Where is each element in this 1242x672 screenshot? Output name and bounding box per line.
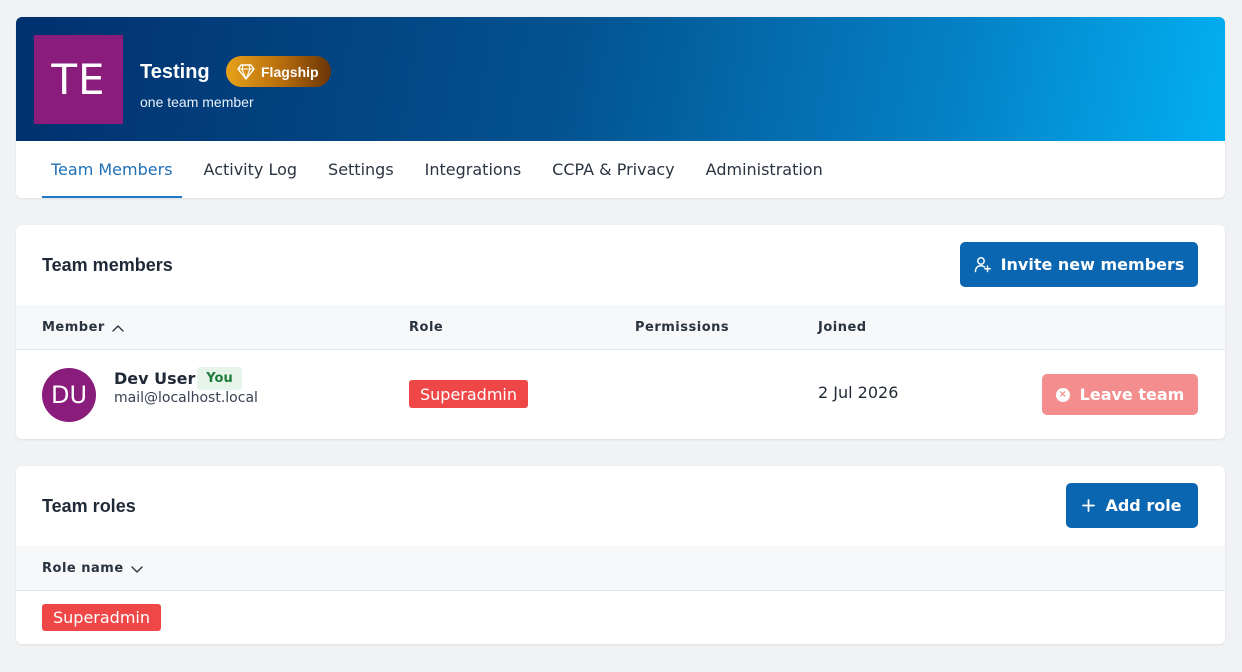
column-role: Role (409, 320, 444, 335)
column-role-name-label: Role name (42, 561, 124, 576)
column-role-name[interactable]: Role name (42, 546, 144, 591)
tab-activity-log[interactable]: Activity Log (195, 141, 307, 198)
role-badge[interactable]: Superadmin (42, 604, 162, 631)
team-member-count: one team member (140, 94, 254, 110)
team-header-card: TE Testing Flagship one team member Team… (16, 17, 1225, 198)
plus-icon (1082, 499, 1096, 512)
tab-ccpa-privacy[interactable]: CCPA & Privacy (543, 141, 684, 198)
team-roles-card: Team roles Add role Role name Superadmin (16, 466, 1225, 644)
team-name: Testing (140, 61, 210, 83)
member-name: Dev User (114, 369, 196, 388)
add-role-button[interactable]: Add role (1066, 483, 1198, 528)
plan-label: Flagship (261, 63, 319, 80)
invite-members-label: Invite new members (1000, 255, 1185, 274)
column-permissions: Permissions (635, 320, 730, 335)
plan-badge: Flagship (226, 56, 331, 87)
close-circle-icon: × (1055, 387, 1070, 402)
add-user-icon (974, 257, 991, 273)
tab-administration[interactable]: Administration (697, 141, 832, 198)
column-joined: Joined (818, 320, 867, 335)
chevron-up-icon (112, 324, 124, 332)
member-email: mail@localhost.local (114, 390, 258, 406)
leave-team-button[interactable]: × Leave team (1042, 374, 1198, 415)
tab-settings[interactable]: Settings (319, 141, 403, 198)
invite-members-button[interactable]: Invite new members (960, 242, 1198, 287)
member-role-badge: Superadmin (409, 380, 529, 408)
team-avatar: TE (34, 35, 123, 124)
you-badge: You (197, 367, 242, 390)
team-roles-title: Team roles (42, 496, 136, 516)
team-members-card: Team members Invite new members Member R… (16, 225, 1225, 439)
leave-team-label: Leave team (1079, 385, 1185, 404)
team-members-title: Team members (42, 255, 173, 275)
column-member[interactable]: Member (42, 305, 125, 350)
tab-integrations[interactable]: Integrations (416, 141, 531, 198)
column-member-label: Member (42, 320, 105, 335)
tab-team-members[interactable]: Team Members (42, 141, 182, 198)
diamond-icon (237, 63, 255, 80)
member-joined-date: 2 Jul 2026 (818, 383, 899, 402)
roles-table-header: Role name (16, 546, 1225, 591)
team-tabs: Team Members Activity Log Settings Integ… (42, 141, 845, 198)
add-role-label: Add role (1105, 496, 1182, 515)
chevron-down-icon (130, 565, 143, 573)
members-table-header: Member Role Permissions Joined (16, 305, 1225, 350)
avatar: DU (42, 368, 96, 422)
